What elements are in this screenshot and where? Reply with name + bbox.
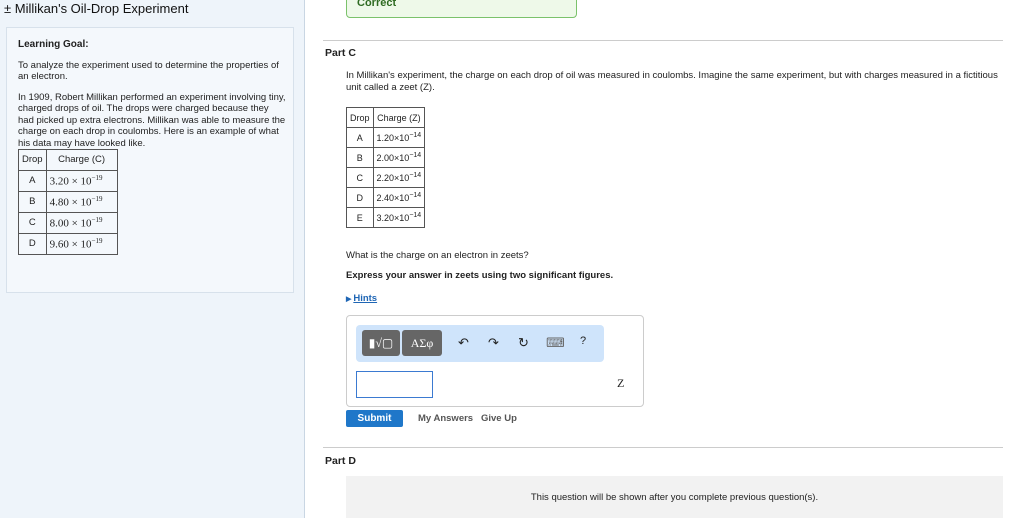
- table-row: A 1.20×10−14: [346, 127, 426, 148]
- submit-button[interactable]: Submit: [346, 410, 403, 427]
- charge-cell: 1.20×10−14: [372, 127, 426, 148]
- answer-box: ▮√▢ ΑΣφ ↶ ↷ ↻ ⌨ ? Z: [346, 315, 644, 407]
- charge-cell: 4.80 × 10−19: [45, 191, 118, 213]
- charge-cell: 2.20×10−14: [372, 167, 426, 188]
- drop-cell: A: [346, 127, 374, 148]
- charge-cell: 3.20×10−14: [372, 207, 426, 228]
- coulomb-data-table: Drop Charge (C) A 3.20 × 10−19 B 4.80 × 10−…: [18, 149, 118, 255]
- question-text: What is the charge on an electron in zee…: [346, 250, 529, 261]
- give-up-link[interactable]: Give Up: [481, 413, 517, 424]
- drop-cell: D: [346, 187, 374, 208]
- table-row: D 2.40×10−14: [346, 187, 426, 208]
- col-header: Charge (C): [45, 149, 118, 171]
- col-header: Drop: [346, 107, 374, 128]
- drop-cell: E: [346, 207, 374, 228]
- charge-cell: 3.20 × 10−19: [45, 170, 118, 192]
- part-d-label: Part D: [325, 455, 356, 467]
- drop-cell: C: [18, 212, 47, 234]
- help-icon[interactable]: ?: [580, 335, 586, 347]
- hints-link[interactable]: ▶ Hints: [346, 293, 377, 306]
- my-answers-link[interactable]: My Answers: [418, 413, 473, 424]
- locked-question-notice: This question will be shown after you co…: [346, 476, 1003, 518]
- redo-icon[interactable]: ↷: [488, 335, 499, 351]
- table-row: B 2.00×10−14: [346, 147, 426, 168]
- keyboard-icon[interactable]: ⌨: [546, 335, 565, 351]
- col-header: Charge (Z): [372, 107, 426, 128]
- drop-cell: B: [346, 147, 374, 168]
- instruction-text: Express your answer in zeets using two s…: [346, 270, 614, 281]
- col-header: Drop: [18, 149, 47, 171]
- table-row: D 9.60 × 10−19: [18, 233, 118, 255]
- correct-feedback: Correct: [346, 0, 577, 18]
- part-c-intro: In Millikan's experiment, the charge on …: [346, 70, 998, 93]
- drop-cell: C: [346, 167, 374, 188]
- greek-symbols-button[interactable]: ΑΣφ: [402, 330, 442, 356]
- goal-text: To analyze the experiment used to determ…: [18, 59, 279, 83]
- table-row: C 2.20×10−14: [346, 167, 426, 188]
- learning-goal-box: Learning Goal: To analyze the experiment…: [6, 27, 294, 293]
- charge-cell: 2.00×10−14: [372, 147, 426, 168]
- unit-label: Z: [617, 376, 625, 390]
- left-panel: ± Millikan's Oil-Drop Experiment Learnin…: [0, 0, 305, 518]
- learning-goal-heading: Learning Goal:: [18, 39, 89, 50]
- table-row: C 8.00 × 10−19: [18, 212, 118, 234]
- zeet-data-table: Drop Charge (Z) A 1.20×10−14 B 2.00×10−14 C…: [346, 107, 426, 228]
- drop-cell: D: [18, 233, 47, 255]
- drop-cell: A: [18, 170, 47, 192]
- drop-cell: B: [18, 191, 47, 213]
- table-row: B 4.80 × 10−19: [18, 191, 118, 213]
- charge-cell: 9.60 × 10−19: [45, 233, 118, 255]
- undo-icon[interactable]: ↶: [458, 335, 469, 351]
- math-toolbar: ▮√▢ ΑΣφ ↶ ↷ ↻ ⌨ ?: [356, 325, 604, 362]
- goal-description: In 1909, Robert Millikan performed an ex…: [18, 91, 286, 149]
- part-c-label: Part C: [325, 47, 356, 59]
- divider: [323, 447, 1003, 448]
- table-row: A 3.20 × 10−19: [18, 170, 118, 192]
- charge-cell: 2.40×10−14: [372, 187, 426, 208]
- reset-icon[interactable]: ↻: [518, 335, 529, 351]
- charge-cell: 8.00 × 10−19: [45, 212, 118, 234]
- templates-button[interactable]: ▮√▢: [362, 330, 400, 356]
- answer-input[interactable]: [356, 371, 433, 398]
- table-row: E 3.20×10−14: [346, 207, 426, 228]
- page-title: ± Millikan's Oil-Drop Experiment: [4, 1, 189, 16]
- divider: [323, 40, 1003, 41]
